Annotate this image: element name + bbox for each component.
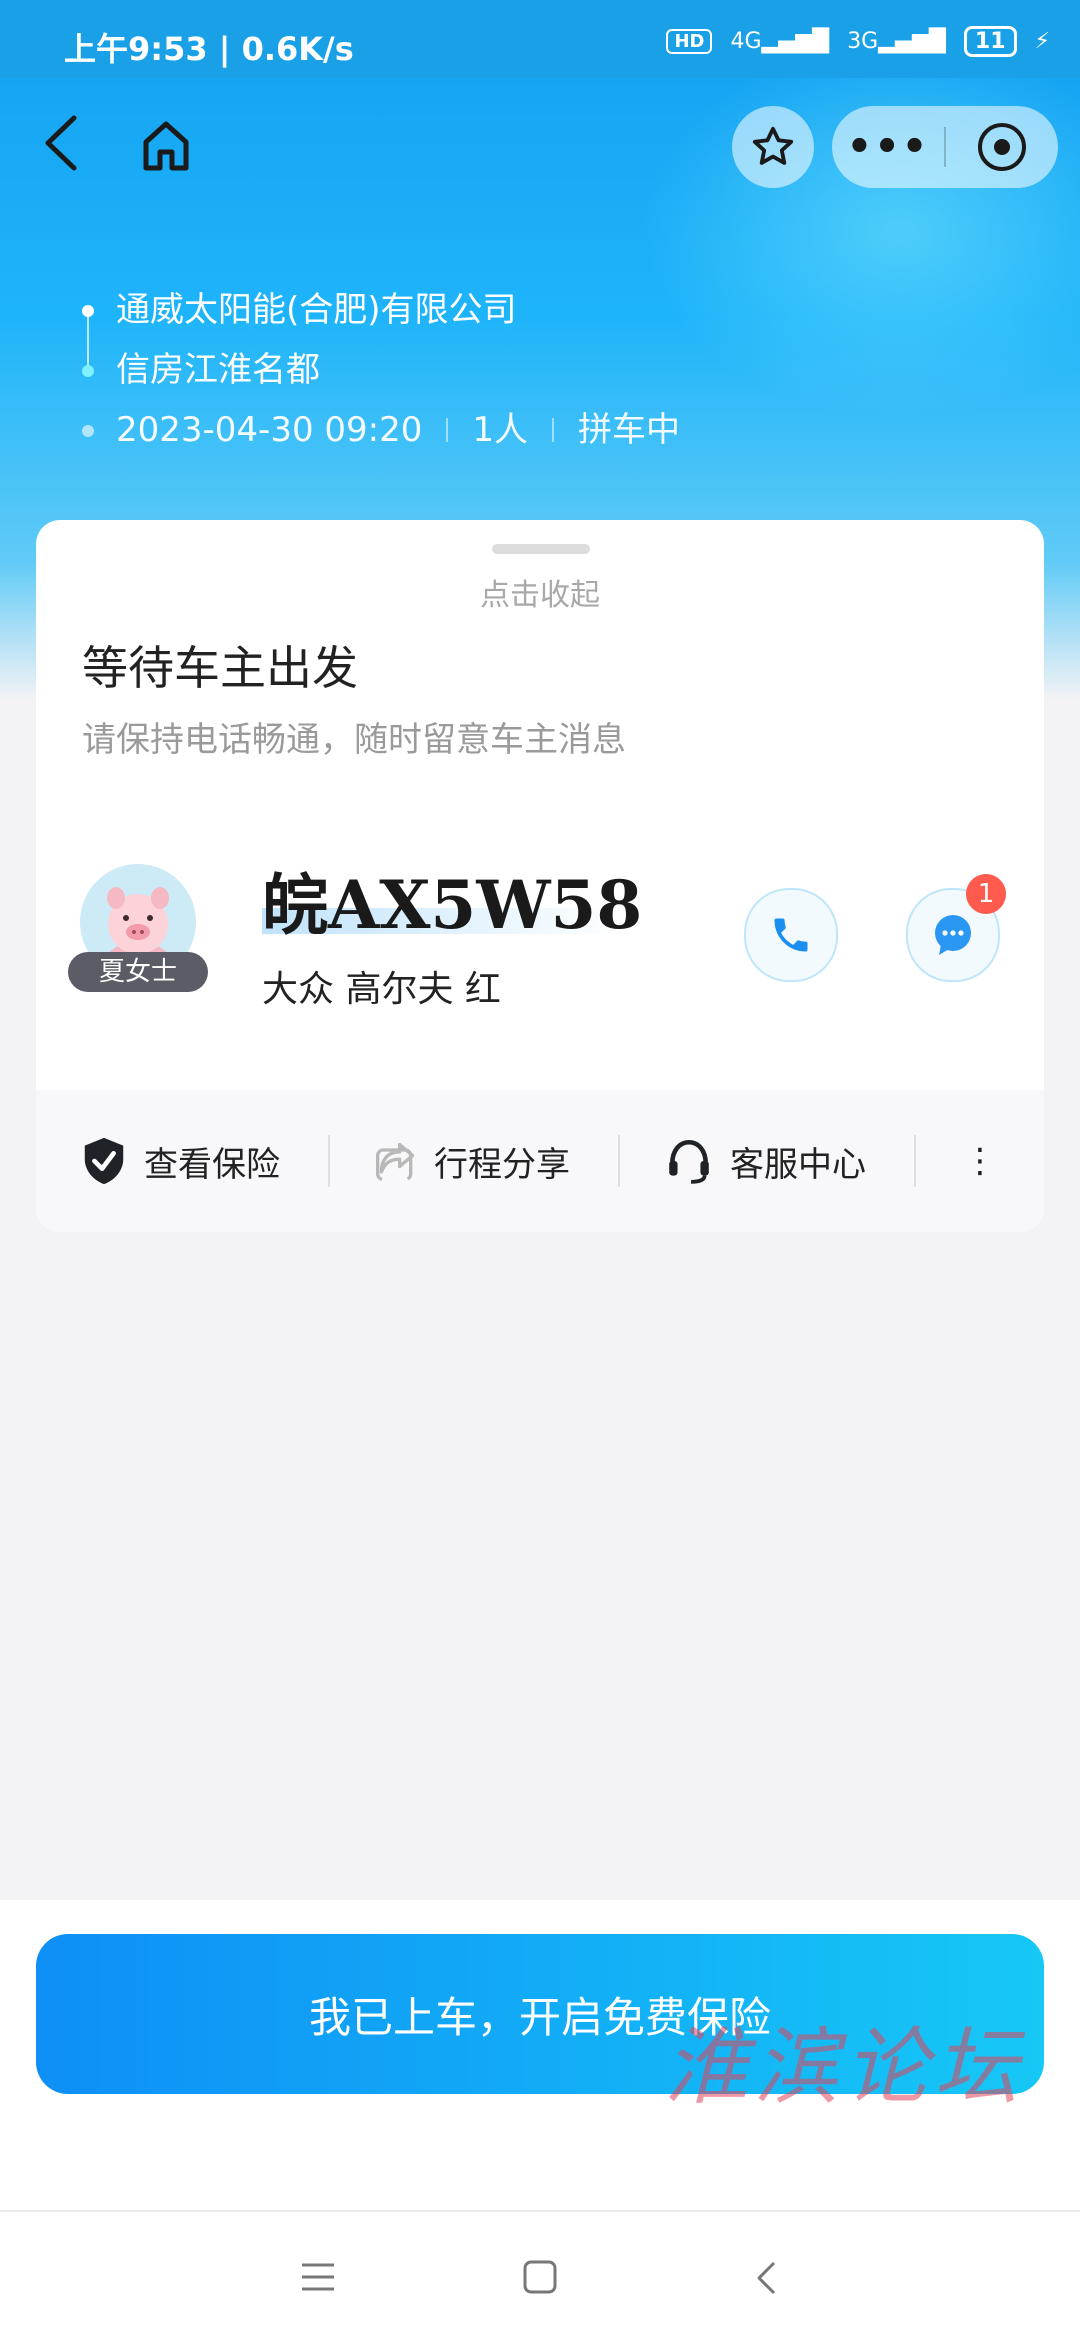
hd-indicator: HD bbox=[666, 29, 713, 54]
charging-icon: ⚡ bbox=[1034, 29, 1050, 54]
driver-name: 夏女士 bbox=[68, 952, 208, 992]
from-label: 通威太阳能(合肥)有限公司 bbox=[116, 290, 517, 330]
status-bar: 上午9:53 | 0.6K/s HD 4G▂▄▆█ 3G▂▄▆█ 11 ⚡ bbox=[0, 0, 1080, 78]
meta-divider bbox=[446, 418, 449, 442]
share-trip-label: 行程分享 bbox=[434, 1144, 570, 1185]
status-subtitle: 请保持电话畅通，随时留意车主消息 bbox=[82, 720, 626, 760]
share-icon bbox=[376, 1142, 415, 1181]
trip-status: 拼车中 bbox=[578, 410, 681, 450]
action-bar: 查看保险 行程分享 客服中心 ⋮ bbox=[36, 1090, 1044, 1232]
view-insurance-label: 查看保险 bbox=[144, 1144, 280, 1185]
battery-icon: 11 bbox=[963, 26, 1017, 57]
status-time: 上午9:53 | 0.6K/s bbox=[64, 30, 354, 68]
system-indicators: HD 4G▂▄▆█ 3G▂▄▆█ 11 ⚡ bbox=[666, 26, 1050, 57]
customer-service-label: 客服中心 bbox=[730, 1144, 866, 1185]
target-icon bbox=[978, 123, 1026, 171]
trip-datetime: 2023-04-30 09:20 bbox=[116, 410, 423, 450]
trip-from: 通威太阳能(合肥)有限公司 bbox=[76, 280, 680, 377]
shield-check-icon bbox=[84, 1137, 124, 1185]
menu-icon[interactable] bbox=[300, 2260, 336, 2294]
back-icon[interactable] bbox=[40, 112, 84, 174]
signal-3g-icon: 3G▂▄▆█ bbox=[847, 29, 946, 54]
license-plate: 皖AX5W58 bbox=[262, 866, 643, 944]
meta-divider bbox=[552, 418, 555, 442]
close-mini-program-button[interactable] bbox=[946, 119, 1058, 175]
from-dot bbox=[82, 305, 94, 317]
home-square-icon[interactable] bbox=[522, 2260, 558, 2294]
ride-status-card: 点击收起 等待车主出发 请保持电话畅通，随时留意车主消息 夏女士 皖AX5W58… bbox=[36, 520, 1044, 1232]
drag-handle[interactable] bbox=[492, 544, 590, 554]
collapse-button[interactable]: 点击收起 bbox=[36, 570, 1044, 614]
forum-watermark: 淮滨论坛 bbox=[664, 2018, 1025, 2116]
to-label: 信房江淮名都 bbox=[116, 350, 320, 390]
meta-dot bbox=[82, 425, 94, 437]
mini-program-capsule: ••• bbox=[832, 106, 1058, 188]
chat-bubble-icon bbox=[935, 915, 971, 955]
system-navigation-bar bbox=[0, 2210, 1080, 2342]
call-driver-button[interactable] bbox=[744, 888, 838, 982]
trip-info: 通威太阳能(合肥)有限公司 信房江淮名都 2023-04-30 09:20 1人… bbox=[76, 280, 680, 460]
trip-to: 信房江淮名都 bbox=[76, 340, 680, 400]
car-description: 大众 高尔夫 红 bbox=[262, 969, 501, 1010]
view-insurance-button[interactable]: 查看保险 bbox=[36, 1136, 280, 1186]
customer-service-button[interactable]: 客服中心 bbox=[620, 1136, 866, 1186]
trip-passengers: 1人 bbox=[472, 410, 529, 450]
signal-4g-icon: 4G▂▄▆█ bbox=[730, 29, 830, 54]
favorite-button[interactable] bbox=[732, 106, 814, 188]
star-icon bbox=[752, 126, 794, 165]
to-dot bbox=[82, 365, 94, 377]
status-title: 等待车主出发 bbox=[82, 641, 358, 695]
share-trip-button[interactable]: 行程分享 bbox=[330, 1137, 570, 1186]
unread-badge: 1 bbox=[966, 874, 1006, 914]
trip-meta: 2023-04-30 09:20 1人 拼车中 bbox=[76, 400, 680, 460]
home-icon[interactable] bbox=[140, 120, 192, 172]
back-nav-icon[interactable] bbox=[754, 2260, 780, 2296]
phone-icon bbox=[774, 918, 808, 952]
headset-icon bbox=[669, 1139, 709, 1184]
more-actions-button[interactable]: ⋮ bbox=[916, 1144, 1044, 1178]
more-icon[interactable]: ••• bbox=[832, 124, 944, 170]
